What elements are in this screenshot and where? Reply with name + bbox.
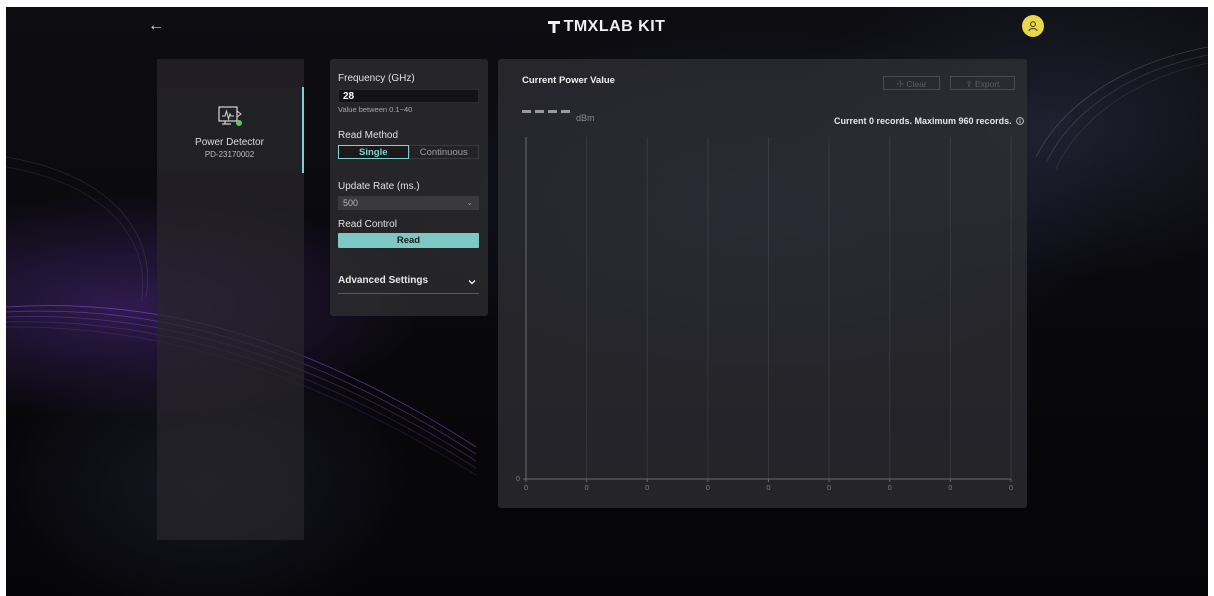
brand-logo: TMXLAB KIT bbox=[536, 16, 676, 38]
device-name: Power Detector bbox=[195, 137, 264, 148]
x-tick-label: 0 bbox=[706, 483, 710, 492]
frequency-label: Frequency (GHz) bbox=[338, 73, 415, 84]
read-control-label: Read Control bbox=[338, 219, 397, 230]
x-tick-label: 0 bbox=[1009, 483, 1013, 492]
frequency-hint: Value between 0.1~40 bbox=[338, 105, 413, 114]
arrow-left-icon: ← bbox=[148, 17, 164, 34]
user-icon bbox=[1028, 21, 1038, 32]
chevron-down-icon: ⌄ bbox=[466, 198, 473, 207]
update-rate-value: 500 bbox=[343, 198, 359, 208]
power-chart-panel: Current Power Value ☩ Clear ⇪ Export dBm… bbox=[498, 59, 1027, 508]
read-method-single[interactable]: Single bbox=[338, 145, 409, 159]
device-list-panel: Power Detector PD-23170002 bbox=[157, 59, 304, 540]
device-id: PD-23170002 bbox=[204, 150, 255, 159]
update-rate-select[interactable]: 500 ⌄ bbox=[338, 196, 479, 210]
x-tick-label: 0 bbox=[585, 483, 589, 492]
y-tick-label: 0 bbox=[516, 474, 520, 483]
x-tick-label: 0 bbox=[827, 483, 831, 492]
user-avatar-button[interactable] bbox=[1022, 15, 1044, 37]
power-detector-icon bbox=[218, 106, 242, 126]
chevron-down-icon bbox=[468, 280, 476, 285]
status-dot bbox=[236, 120, 242, 126]
read-method-label: Read Method bbox=[338, 130, 399, 141]
read-method-continuous[interactable]: Continuous bbox=[408, 145, 479, 159]
update-rate-label: Update Rate (ms.) bbox=[338, 181, 420, 192]
read-button[interactable]: Read bbox=[338, 233, 479, 248]
x-tick-label: 0 bbox=[524, 483, 528, 492]
x-tick-label: 0 bbox=[645, 483, 649, 492]
x-tick-label: 0 bbox=[888, 483, 892, 492]
frequency-input[interactable]: 28 bbox=[338, 89, 479, 103]
brand-name: TMXLAB KIT bbox=[563, 18, 666, 35]
settings-panel: Frequency (GHz) 28 Value between 0.1~40 … bbox=[330, 59, 488, 316]
advanced-settings-label: Advanced Settings bbox=[338, 275, 429, 286]
device-item-power-detector[interactable]: Power Detector PD-23170002 bbox=[157, 87, 304, 173]
read-method-toggle: Single Continuous bbox=[338, 145, 479, 159]
x-tick-label: 0 bbox=[766, 483, 770, 492]
top-bar: ← TMXLAB KIT bbox=[6, 7, 1208, 47]
back-button[interactable]: ← bbox=[146, 16, 166, 36]
x-tick-label: 0 bbox=[948, 483, 952, 492]
advanced-settings-toggle[interactable]: Advanced Settings bbox=[338, 275, 479, 294]
app-window: ← TMXLAB KIT Power Detector PD-23170002 … bbox=[6, 7, 1208, 596]
brand-t-icon bbox=[547, 21, 560, 33]
power-line-chart: 0 0 0 0 0 0 0 0 00 bbox=[516, 137, 1013, 492]
